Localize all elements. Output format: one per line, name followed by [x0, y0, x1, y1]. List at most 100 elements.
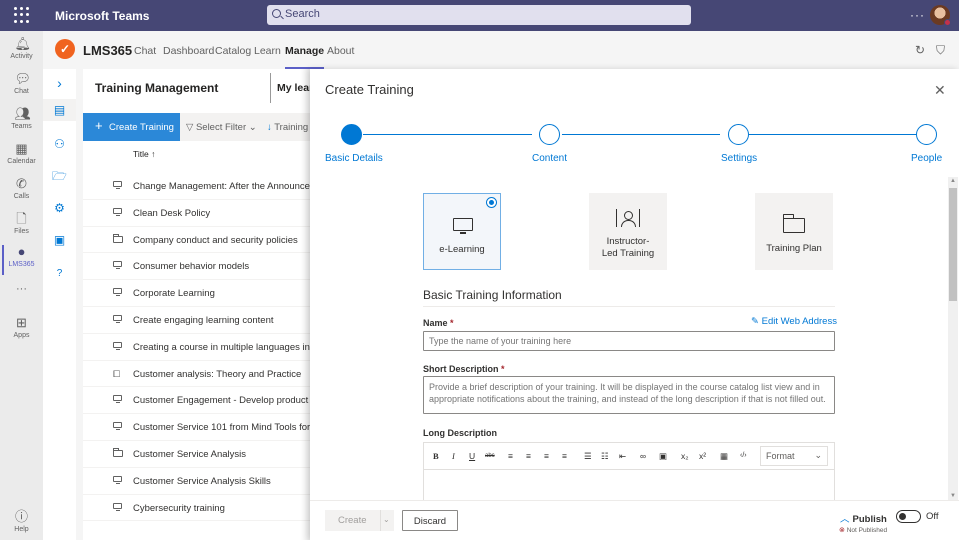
type-instructor-led-card[interactable]: Instructor-Led Training	[589, 193, 667, 270]
bullet-list-button[interactable]: ☰	[584, 451, 592, 462]
step-connector	[562, 134, 720, 135]
type-e-learning-card[interactable]: e-Learning	[423, 193, 501, 270]
tab-manage[interactable]: Manage	[285, 45, 325, 69]
table-row[interactable]: ⧠ Customer analysis: Theory and Practice	[83, 361, 313, 388]
scroll-down-icon[interactable]: ▼	[950, 493, 956, 499]
scroll-up-icon[interactable]: ▲	[950, 178, 956, 184]
column-header-title[interactable]: Title ↑	[133, 149, 155, 159]
create-button[interactable]: Create	[325, 510, 380, 531]
rail-item-teams[interactable]: 👥︎ Teams	[0, 107, 43, 131]
training-management-icon[interactable]: ▤	[43, 99, 76, 121]
rail-item-activity[interactable]: 🔔︎ Activity	[0, 37, 43, 61]
step-settings-label[interactable]: Settings	[721, 153, 757, 164]
table-row[interactable]: Corporate Learning	[83, 280, 313, 307]
strikethrough-button[interactable]: abc	[485, 453, 495, 459]
shield-icon[interactable]: ⛉	[936, 43, 945, 58]
rail-item-help[interactable]: ⓘ Help	[0, 510, 43, 534]
publish-label[interactable]: ︿ Publish	[840, 511, 887, 525]
step-people-label[interactable]: People	[911, 153, 942, 164]
type-training-plan-card[interactable]: Training Plan	[755, 193, 833, 270]
clear-format-button[interactable]: ⇤	[619, 451, 626, 462]
italic-button[interactable]: I	[452, 451, 455, 461]
format-dropdown[interactable]: Format ⌄	[760, 446, 828, 466]
rail-item-calendar[interactable]: ▦ Calendar	[0, 142, 43, 166]
edit-web-address-link[interactable]: ✎ Edit Web Address	[751, 316, 837, 327]
justify-button[interactable]: ≡	[562, 451, 567, 461]
long-description-editor[interactable]: B I U abc ≡ ≡ ≡ ≡ ☰ ☷ ⇤ ∞ ▣ x₂ x² ▦ ‹/› …	[423, 442, 835, 502]
expand-chevron-icon[interactable]: ›	[43, 72, 76, 94]
align-left-button[interactable]: ≡	[508, 451, 513, 461]
avatar[interactable]	[930, 5, 951, 26]
publish-toggle[interactable]	[896, 510, 921, 523]
short-description-field[interactable]	[423, 376, 835, 414]
instructor-icon	[616, 209, 640, 227]
bold-button[interactable]: B	[433, 451, 439, 461]
rail-item-more[interactable]: ···	[0, 283, 43, 295]
align-right-button[interactable]: ≡	[526, 451, 531, 461]
name-field[interactable]	[423, 331, 835, 351]
search-input[interactable]: Search	[267, 5, 691, 25]
table-row[interactable]: Clean Desk Policy	[83, 200, 313, 227]
name-label: Name *	[423, 318, 454, 328]
link-button[interactable]: ∞	[640, 451, 646, 461]
monitor-icon	[113, 395, 123, 404]
source-code-button[interactable]: ‹/›	[740, 452, 747, 459]
step-content-circle[interactable]	[539, 124, 560, 145]
create-options-chevron-icon[interactable]: ⌄	[380, 510, 394, 531]
select-filter-dropdown[interactable]: ▽ Select Filter ⌄	[186, 122, 257, 133]
people-icon[interactable]: ⚇	[43, 133, 76, 155]
table-row[interactable]: Cybersecurity training	[83, 495, 313, 522]
row-title: Customer analysis: Theory and Practice	[133, 368, 302, 380]
toggle-state-label: Off	[926, 511, 939, 522]
vertical-scrollbar[interactable]: ▲ ▼	[948, 177, 958, 500]
image-button[interactable]: ▣	[659, 451, 667, 462]
step-settings-circle[interactable]	[728, 124, 749, 145]
tab-dashboard[interactable]: Dashboard	[163, 45, 214, 57]
tab-chat[interactable]: Chat	[134, 45, 156, 57]
rail-item-lms365[interactable]: ● LMS365	[0, 245, 43, 275]
step-people-circle[interactable]	[916, 124, 937, 145]
rail-item-chat[interactable]: 💬︎ Chat	[0, 72, 43, 96]
scrollbar-thumb[interactable]	[949, 188, 957, 301]
table-row[interactable]: Change Management: After the Announcemen…	[83, 173, 313, 200]
row-title: Company conduct and security policies	[133, 234, 298, 246]
assessment-icon[interactable]: ▣	[43, 229, 76, 251]
table-row[interactable]: Company conduct and security policies	[83, 227, 313, 254]
monitor-icon	[113, 341, 123, 351]
app-launcher-icon[interactable]	[14, 7, 30, 23]
table-button[interactable]: ▦	[720, 451, 728, 462]
row-title: Customer Service 101 from Mind Tools for…	[133, 422, 313, 434]
step-content-label[interactable]: Content	[532, 153, 567, 164]
folder-open-icon[interactable]: 🗁	[43, 165, 76, 187]
rail-item-apps[interactable]: ⊞ Apps	[0, 316, 43, 340]
tab-about[interactable]: About	[327, 45, 354, 57]
refresh-icon[interactable]: ↻	[915, 43, 925, 57]
settings-gear-icon[interactable]: ⚙	[43, 197, 76, 219]
create-training-button[interactable]: + Create Training	[83, 113, 180, 141]
table-row[interactable]: Customer Service Analysis	[83, 441, 313, 468]
help-question-icon[interactable]: ?	[43, 263, 76, 285]
table-row[interactable]: Consumer behavior models	[83, 253, 313, 281]
rail-item-calls[interactable]: ✆ Calls	[0, 177, 43, 201]
tab-catalog[interactable]: Catalog	[215, 45, 251, 57]
table-row[interactable]: Customer Engagement - Develop product an…	[83, 387, 313, 415]
subscript-button[interactable]: x₂	[681, 451, 689, 461]
discard-button[interactable]: Discard	[402, 510, 458, 531]
table-row[interactable]: Customer Service 101 from Mind Tools for…	[83, 414, 313, 441]
table-row[interactable]: Create engaging learning content	[83, 307, 313, 334]
step-basic-details-label[interactable]: Basic Details	[325, 153, 383, 164]
training-management-panel: Training Management My learning +Create …	[83, 69, 313, 540]
more-options-icon[interactable]: ···	[910, 8, 925, 22]
step-basic-details-circle[interactable]	[341, 124, 362, 145]
align-center-button[interactable]: ≡	[544, 451, 549, 461]
row-title: Change Management: After the Announcemen…	[133, 181, 313, 192]
teams-title: Microsoft Teams	[55, 9, 150, 23]
close-icon[interactable]: ✕	[934, 82, 946, 99]
rail-item-files[interactable]: 🗋 Files	[0, 212, 43, 236]
underline-button[interactable]: U	[469, 451, 475, 461]
tab-learn[interactable]: Learn	[254, 45, 281, 57]
superscript-button[interactable]: x²	[699, 451, 706, 461]
table-row[interactable]: Creating a course in multiple languages …	[83, 334, 313, 361]
table-row[interactable]: Customer Service Analysis Skills	[83, 468, 313, 495]
numbered-list-button[interactable]: ☷	[601, 451, 609, 462]
